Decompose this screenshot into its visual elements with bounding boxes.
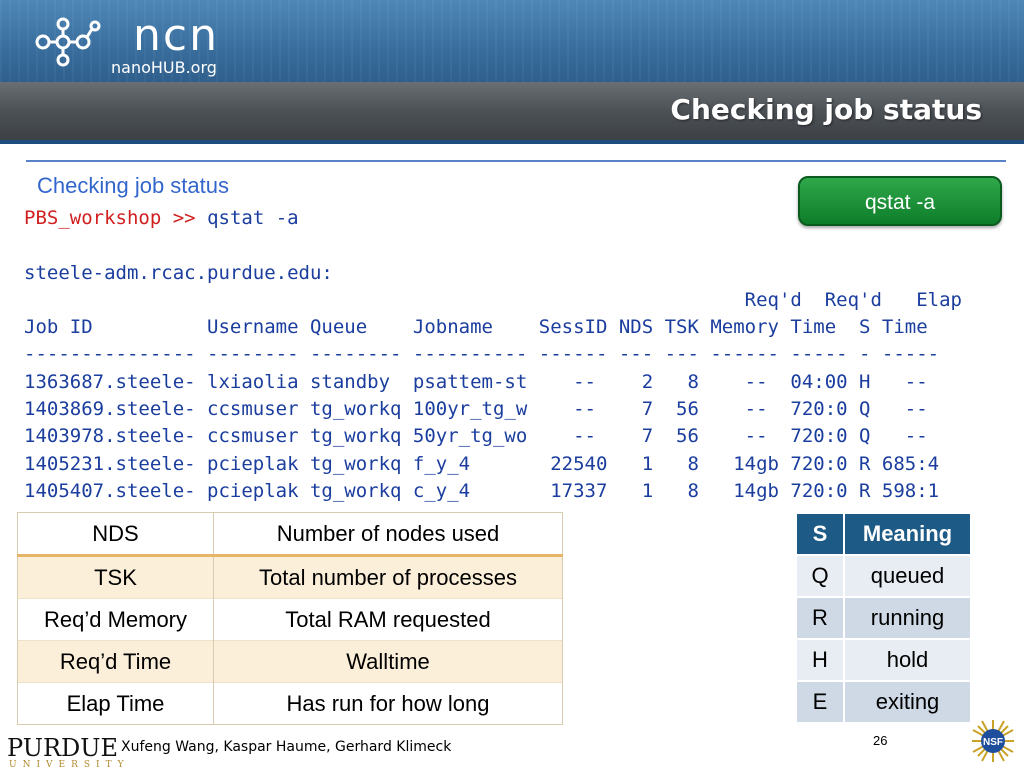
terminal-command: qstat -a [207,207,299,229]
status-meaning: running [843,596,972,640]
terminal-header-line-2: Job ID Username Queue Jobname SessID NDS… [24,316,928,339]
status-code: E [795,680,845,724]
table-header-row: S Meaning [795,512,972,556]
glossary-term: Elap Time [17,682,214,725]
terminal-job-row: 1405231.steele- pcieplak tg_workq f_y_4 … [24,452,940,475]
status-code: Q [795,554,845,598]
glossary-definition: Walltime [213,640,563,683]
table-row: Req’d Time Walltime [17,640,563,683]
purdue-wordmark: PURDUE [7,734,119,762]
status-code: H [795,638,845,682]
terminal-job-row: 1403978.steele- ccsmuser tg_workq 50yr_t… [24,425,928,448]
glossary-term: NDS [17,512,214,557]
table-row: H hold [795,638,972,682]
table-row: E exiting [795,680,972,724]
slide-title: Checking job status [670,93,982,126]
table-row: TSK Total number of processes [17,555,563,599]
terminal-job-row: 1403869.steele- ccsmuser tg_workq 100yr_… [24,398,928,421]
terminal-header-line-1: Req'd Req'd Elap [24,288,962,311]
terminal-prompt-arrow: >> [172,207,196,229]
glossary-term: Req’d Time [17,640,214,683]
page-number: 26 [873,733,888,748]
logo-ncn-text: NCN [133,10,219,61]
terminal-output: PBS_workshop >> qstat -a steele-adm.rcac… [24,205,962,505]
terminal-prompt: PBS_workshop [24,207,162,229]
table-row: Req’d Memory Total RAM requested [17,598,563,641]
purdue-logo: PURDUE UNIVERSITY [7,734,124,770]
table-row: NDS Number of nodes used [17,512,563,557]
status-code: R [795,596,845,640]
table-row: Elap Time Has run for how long [17,682,563,725]
glossary-definition: Number of nodes used [213,512,563,557]
logo-nanohub-text: nanoHUB.org [111,58,217,77]
status-column-header: S [795,512,845,556]
nsf-logo-icon: NSF [972,720,1014,762]
table-row: R running [795,596,972,640]
terminal-job-row: 1363687.steele- lxiaolia standby psattem… [24,370,928,393]
status-meaning: queued [843,554,972,598]
table-row: Q queued [795,554,972,598]
meaning-column-header: Meaning [843,512,972,556]
status-meaning: exiting [843,680,972,724]
purdue-university-text: UNIVERSITY [9,760,130,770]
content-rule [26,160,1006,162]
column-glossary-table: NDS Number of nodes used TSK Total numbe… [17,512,563,725]
terminal-host: steele-adm.rcac.purdue.edu: [24,261,333,284]
ncn-logo: NCN nanoHUB.org [33,10,223,78]
header-divider [0,140,1024,144]
glossary-definition: Total RAM requested [213,598,563,641]
status-meaning: hold [843,638,972,682]
glossary-term: Req’d Memory [17,598,214,641]
molecule-logo-icon [35,17,101,67]
terminal-job-row: 1405407.steele- pcieplak tg_workq c_y_4 … [24,479,940,502]
glossary-term: TSK [17,555,214,599]
section-subtitle: Checking job status [37,173,229,198]
nsf-logo-text: NSF [983,737,1003,748]
terminal-separator: --------------- -------- -------- ------… [24,343,940,366]
glossary-definition: Has run for how long [213,682,563,725]
footer-authors: Xufeng Wang, Kaspar Haume, Gerhard Klime… [121,739,452,755]
status-meaning-table: S Meaning Q queued R running H hold E ex… [795,512,972,724]
glossary-definition: Total number of processes [213,555,563,599]
